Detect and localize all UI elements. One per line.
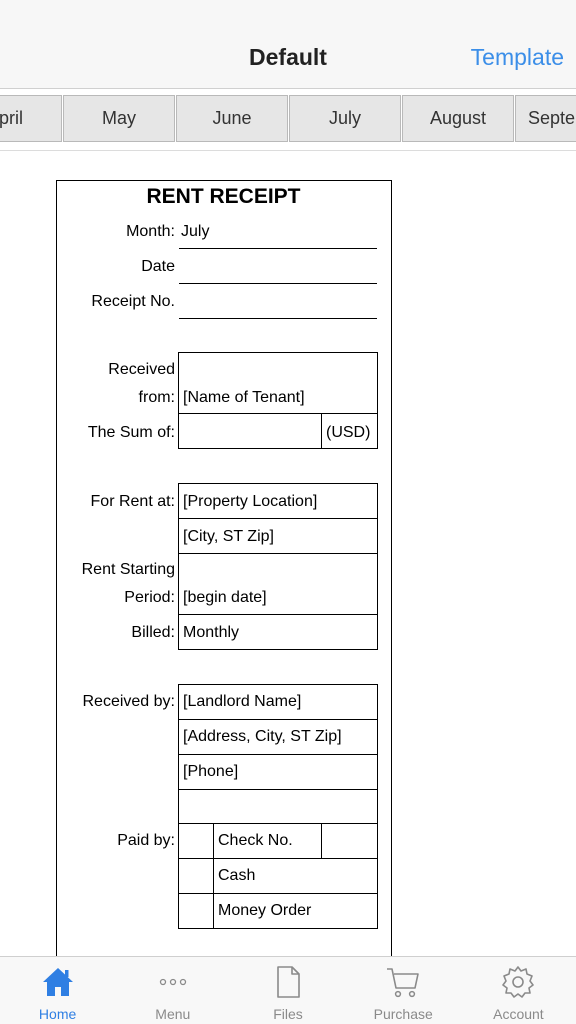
city-st-zip-value: [City, ST Zip] [183,528,274,545]
month-tab-may[interactable]: May [63,95,175,142]
month-selector[interactable]: April May June July August September [0,89,576,151]
gear-icon [502,966,535,998]
tab-account-label: Account [493,1006,544,1022]
tab-files-label: Files [273,1006,303,1022]
date-field[interactable] [179,283,377,284]
cash-checkbox[interactable] [178,858,215,894]
received-from-label-line1: Received [108,361,175,378]
for-rent-label: For Rent at: [90,493,175,510]
navigation-bar: Default Template [0,0,576,89]
landlord-name-value: [Landlord Name] [183,693,302,710]
rent-period-label-line2: Period: [124,589,175,606]
receipt-no-label: Receipt No. [91,293,175,310]
home-icon [42,968,73,996]
receipt-no-field[interactable] [179,318,377,319]
billed-value: Monthly [183,624,240,641]
billed-label: Billed: [131,624,175,641]
check-label: Check No. [218,832,293,849]
tab-account[interactable]: Account [461,957,576,1024]
sum-label: The Sum of: [87,424,175,441]
received-by-label: Received by: [82,693,176,710]
currency-value: (USD) [326,424,371,441]
month-tab-august[interactable]: August [402,95,514,142]
check-checkbox[interactable] [178,823,215,859]
month-underline [179,248,377,249]
tab-purchase-label: Purchase [373,1006,433,1022]
month-tab-june[interactable]: June [176,95,288,142]
cash-label: Cash [218,867,256,884]
month-label: Month: [126,223,175,240]
month-strip: April May June July August September [0,95,576,142]
tab-menu-label: Menu [155,1006,191,1022]
received-from-label-line2: from: [138,389,175,406]
tab-bar: Home Menu Files Purchase Account [0,956,576,1024]
month-value[interactable]: July [181,223,209,241]
tab-home-label: Home [38,1006,77,1022]
sum-field[interactable] [178,413,323,449]
ellipsis-icon [159,978,186,986]
tab-purchase[interactable]: Purchase [346,957,461,1024]
tab-menu[interactable]: Menu [115,957,230,1024]
money-order-label: Money Order [218,902,312,919]
date-label: Date [141,258,175,275]
receipt-document[interactable]: RENT RECEIPT Month: July Date Receipt No… [56,180,392,970]
landlord-extra-field[interactable] [178,789,378,825]
money-order-checkbox[interactable] [178,893,215,929]
check-number-field[interactable] [321,823,378,859]
property-location-value: [Property Location] [183,493,318,510]
file-icon [277,966,300,998]
rent-period-label-line1: Rent Starting [81,561,175,578]
month-tab-april[interactable]: April [0,95,62,142]
landlord-phone-value: [Phone] [183,763,239,780]
begin-date-value: [begin date] [183,589,267,606]
landlord-address-value: [Address, City, ST Zip] [183,728,342,745]
tab-home[interactable]: Home [0,957,115,1024]
tenant-name-value: [Name of Tenant] [183,389,305,406]
shopping-cart-icon [387,968,420,998]
paid-by-label: Paid by: [117,832,175,849]
month-tab-september[interactable]: September [515,95,576,142]
template-button[interactable]: Template [471,44,564,71]
tab-files[interactable]: Files [230,957,345,1024]
month-tab-july[interactable]: July [289,95,401,142]
receipt-title: RENT RECEIPT [146,185,301,208]
